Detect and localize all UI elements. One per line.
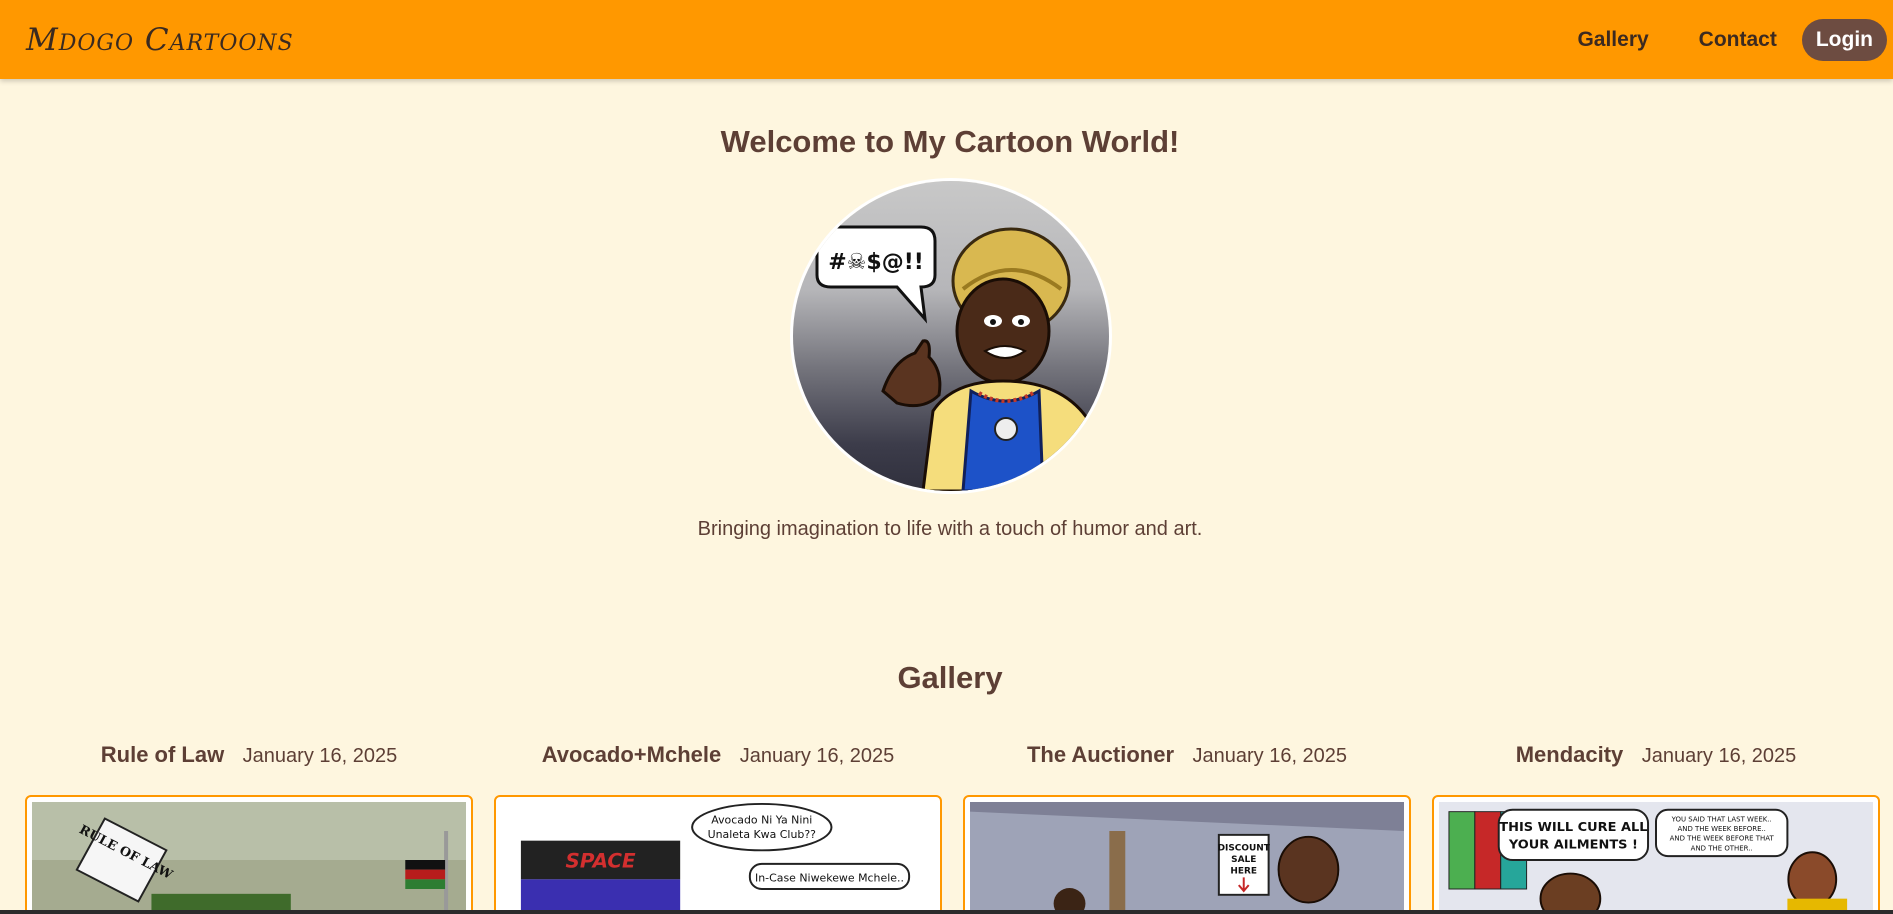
svg-text:In-Case Niwekewe Mchele..: In-Case Niwekewe Mchele.. xyxy=(755,871,904,884)
card-image-text: SPACE xyxy=(566,850,637,873)
svg-text:Unaleta Kwa Club??: Unaleta Kwa Club?? xyxy=(708,828,816,841)
hero-avatar-image: #☠$@!! xyxy=(793,181,1109,491)
card-date: January 16, 2025 xyxy=(1192,745,1348,767)
bottom-edge xyxy=(0,910,1893,914)
hero-title: Welcome to My Cartoon World! xyxy=(720,124,1180,159)
gallery-card-header: Avocado+Mchele January 16, 2025 xyxy=(494,742,942,768)
svg-text:YOUR AILMENTS !: YOUR AILMENTS ! xyxy=(1508,838,1638,853)
svg-text:Avocado Ni Ya Nini: Avocado Ni Ya Nini xyxy=(711,813,812,826)
card-title[interactable]: The Auctioner xyxy=(1027,742,1174,767)
card-title[interactable]: Avocado+Mchele xyxy=(542,742,722,767)
gallery-card-header: Mendacity January 16, 2025 xyxy=(1432,742,1880,768)
nav-link-contact[interactable]: Contact xyxy=(1699,28,1777,52)
gallery-card-image[interactable]: SPACE Avocado Ni Ya Nini Unaleta Kwa Clu… xyxy=(494,795,942,914)
gallery-card-image[interactable]: RULE OF LAW xyxy=(25,795,473,914)
gallery-card-image[interactable]: THIS WILL CURE ALL YOUR AILMENTS ! YOU S… xyxy=(1432,795,1880,914)
login-button[interactable]: Login xyxy=(1801,18,1887,61)
hero-subtitle: Bringing imagination to life with a touc… xyxy=(697,518,1203,540)
nav-link-gallery[interactable]: Gallery xyxy=(1577,28,1648,52)
svg-text:SALE: SALE xyxy=(1231,855,1256,865)
card-date: January 16, 2025 xyxy=(242,745,398,767)
card-date: January 16, 2025 xyxy=(739,745,895,767)
gallery-card-image[interactable]: DISCOUNT SALE HERE xyxy=(963,795,1411,914)
brand-logo[interactable]: Mdogo Cartoons xyxy=(26,22,294,58)
svg-text:AND THE WEEK BEFORE..: AND THE WEEK BEFORE.. xyxy=(1678,825,1766,833)
svg-text:THIS WILL CURE ALL: THIS WILL CURE ALL xyxy=(1499,820,1647,835)
avatar-bubble-text: #☠$@!! xyxy=(828,250,924,275)
navbar: Mdogo Cartoons Gallery Contact Login xyxy=(0,0,1893,79)
gallery-title: Gallery xyxy=(897,660,1003,695)
svg-text:YOU SAID THAT LAST WEEK..: YOU SAID THAT LAST WEEK.. xyxy=(1671,815,1772,823)
card-title[interactable]: Mendacity xyxy=(1516,742,1624,767)
svg-text:HERE: HERE xyxy=(1230,867,1257,877)
svg-text:DISCOUNT: DISCOUNT xyxy=(1218,843,1270,853)
gallery-card-header: Rule of Law January 16, 2025 xyxy=(25,742,473,768)
card-date: January 16, 2025 xyxy=(1641,745,1797,767)
nav-links: Gallery Contact Login xyxy=(1577,18,1887,61)
svg-text:AND THE OTHER..: AND THE OTHER.. xyxy=(1691,844,1753,852)
card-title[interactable]: Rule of Law xyxy=(101,742,224,767)
svg-text:AND THE WEEK BEFORE THAT: AND THE WEEK BEFORE THAT xyxy=(1670,835,1775,843)
gallery-card-header: The Auctioner January 16, 2025 xyxy=(963,742,1411,768)
